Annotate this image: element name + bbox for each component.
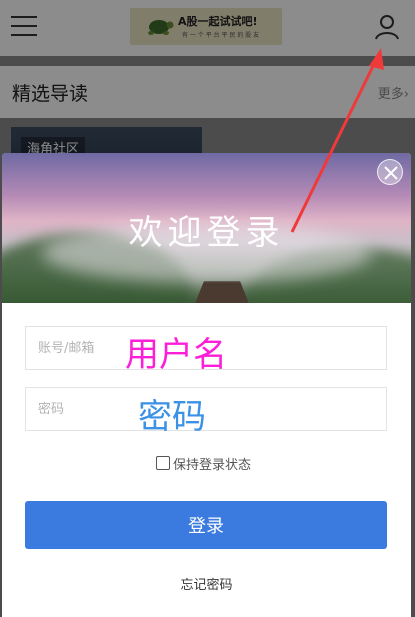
password-annotation: 密码 xyxy=(138,397,206,437)
username-annotation: 用户名 xyxy=(125,335,227,375)
forgot-password-link[interactable]: 忘记密码 xyxy=(2,574,411,593)
password-field[interactable] xyxy=(25,387,387,431)
close-button[interactable] xyxy=(377,159,403,185)
password-input[interactable] xyxy=(26,388,386,430)
login-button[interactable]: 登录 xyxy=(25,501,387,549)
close-icon xyxy=(384,166,398,180)
modal-title: 欢迎登录 xyxy=(128,213,285,253)
login-modal: 欢迎登录 用户名 密码 保持登录状态 登录 忘记密码 xyxy=(2,153,411,617)
modal-header-banner: 欢迎登录 xyxy=(2,153,411,303)
remember-me-label: 保持登录状态 xyxy=(173,458,252,473)
checkbox-icon[interactable] xyxy=(156,456,170,470)
